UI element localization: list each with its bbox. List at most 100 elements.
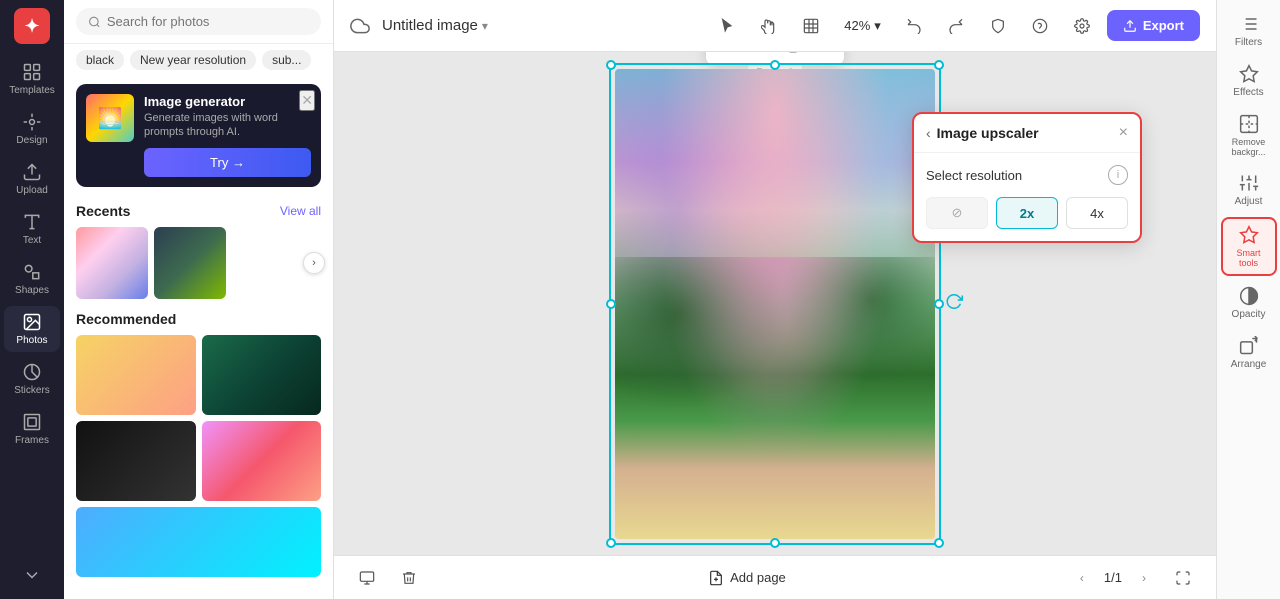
handle-bottom-middle[interactable]: [770, 538, 780, 548]
export-button[interactable]: Export: [1107, 10, 1200, 41]
sidebar-item-label: Templates: [9, 85, 55, 96]
right-item-remove-bg[interactable]: Remove backgr...: [1221, 108, 1277, 163]
handle-top-right[interactable]: [934, 60, 944, 70]
undo-icon: [906, 18, 922, 34]
upscaler-back-button[interactable]: ‹: [926, 125, 931, 141]
recommended-title: Recommended: [76, 311, 176, 327]
tag-black[interactable]: black: [76, 50, 124, 70]
sidebar-item-stickers[interactable]: Stickers: [4, 356, 60, 402]
right-item-smart-tools[interactable]: Smart tools: [1221, 217, 1277, 276]
flip-button[interactable]: [744, 52, 774, 61]
right-item-label: Filters: [1235, 37, 1262, 48]
duplicate-button[interactable]: [776, 52, 806, 61]
image-generator-card: 🌅 Image generator Generate images with w…: [76, 84, 321, 187]
zoom-value: 42%: [844, 18, 870, 33]
bottom-left: [350, 561, 426, 595]
right-item-opacity[interactable]: Opacity: [1221, 280, 1277, 326]
right-item-adjust[interactable]: Adjust: [1221, 167, 1277, 213]
recommended-thumb-2[interactable]: [202, 335, 322, 415]
redo-icon: [948, 18, 964, 34]
fullscreen-button[interactable]: [1166, 561, 1200, 595]
more-options-button[interactable]: [808, 52, 838, 61]
shapes-icon: [22, 262, 42, 282]
search-input-wrap[interactable]: [76, 8, 321, 35]
tag-sub[interactable]: sub...: [262, 50, 311, 70]
upscaler-header: ‹ Image upscaler ×: [914, 114, 1140, 153]
sidebar-item-frames[interactable]: Frames: [4, 406, 60, 452]
undo-button[interactable]: [897, 9, 931, 43]
chevron-down-icon: [22, 565, 42, 585]
sidebar-item-label: Design: [16, 135, 47, 146]
redo-button[interactable]: [939, 9, 973, 43]
handle-bottom-left[interactable]: [606, 538, 616, 548]
help-button[interactable]: [1023, 9, 1057, 43]
recommended-thumb-1[interactable]: [76, 335, 196, 415]
sidebar-item-upload[interactable]: Upload: [4, 156, 60, 202]
hand-icon: [761, 18, 777, 34]
view-all-button[interactable]: View all: [280, 204, 321, 218]
resize-tool-button[interactable]: [794, 9, 828, 43]
right-item-label: Smart tools: [1227, 248, 1271, 268]
cursor-tool-button[interactable]: [710, 9, 744, 43]
sidebar-item-shapes[interactable]: Shapes: [4, 256, 60, 302]
recommended-thumb-5[interactable]: [76, 507, 321, 577]
crop-icon: [720, 52, 734, 53]
upscaler-close-button[interactable]: ×: [1119, 124, 1128, 142]
sidebar-item-design[interactable]: Design: [4, 106, 60, 152]
right-item-label: Opacity: [1232, 309, 1266, 320]
recents-grid: ›: [64, 223, 333, 303]
help-icon: [1032, 18, 1048, 34]
right-item-filters[interactable]: Filters: [1221, 8, 1277, 54]
handle-middle-right[interactable]: [934, 299, 944, 309]
recent-thumb-1[interactable]: [76, 227, 148, 299]
expand-button[interactable]: [4, 559, 60, 591]
doc-title-text: Untitled image: [382, 17, 478, 34]
sidebar-item-label: Frames: [15, 435, 49, 446]
resolution-off-button[interactable]: ⊘: [926, 197, 988, 229]
sidebar-item-templates[interactable]: Templates: [4, 56, 60, 102]
recent-thumb-2[interactable]: [154, 227, 226, 299]
opacity-icon: [1239, 286, 1259, 306]
add-page-button[interactable]: Add page: [700, 566, 794, 590]
resolution-2x-button[interactable]: 2x: [996, 197, 1058, 229]
image-generator-close-button[interactable]: ✕: [299, 90, 315, 111]
canvas-image-container[interactable]: [615, 69, 935, 539]
rotate-handle[interactable]: [945, 292, 963, 315]
sidebar-item-text[interactable]: Text: [4, 206, 60, 252]
recents-next-arrow[interactable]: ›: [303, 252, 325, 274]
crop-button[interactable]: [712, 52, 742, 61]
sidebar-item-photos[interactable]: Photos: [4, 306, 60, 352]
zoom-button[interactable]: 42% ▾: [836, 14, 889, 38]
image-generator-description: Generate images with word prompts throug…: [144, 111, 311, 140]
settings-button[interactable]: [1065, 9, 1099, 43]
left-panel: black New year resolution sub... 🌅 Image…: [64, 0, 334, 599]
upscaler-info-icon[interactable]: i: [1108, 165, 1128, 185]
delete-button[interactable]: [392, 561, 426, 595]
resolution-4x-button[interactable]: 4x: [1066, 197, 1128, 229]
handle-bottom-right[interactable]: [934, 538, 944, 548]
design-icon: [22, 112, 42, 132]
tag-new-year[interactable]: New year resolution: [130, 50, 256, 70]
preview-button[interactable]: [350, 561, 384, 595]
try-button[interactable]: Try →: [144, 148, 311, 177]
shield-icon: [990, 18, 1006, 34]
app-logo[interactable]: ✦: [14, 8, 50, 44]
shield-button[interactable]: [981, 9, 1015, 43]
resolution-options: ⊘ 2x 4x: [926, 197, 1128, 229]
bottom-center: Add page: [438, 566, 1056, 590]
canvas-image[interactable]: [615, 69, 935, 539]
right-item-effects[interactable]: Effects: [1221, 58, 1277, 104]
search-input[interactable]: [107, 14, 309, 29]
recommended-thumb-3[interactable]: [76, 421, 196, 501]
recommended-thumb-4[interactable]: [202, 421, 322, 501]
doc-title[interactable]: Untitled image ▾: [382, 17, 488, 34]
image-generator-thumbnail: 🌅: [86, 94, 134, 142]
next-page-button[interactable]: ›: [1130, 564, 1158, 592]
bottom-toolbar: Add page ‹ 1/1 ›: [334, 555, 1216, 599]
hand-tool-button[interactable]: [752, 9, 786, 43]
right-item-arrange[interactable]: Arrange: [1221, 330, 1277, 376]
upscaler-body: Select resolution i ⊘ 2x 4x: [914, 153, 1140, 241]
stickers-icon: [22, 362, 42, 382]
prev-page-button[interactable]: ‹: [1068, 564, 1096, 592]
export-label: Export: [1143, 18, 1184, 33]
